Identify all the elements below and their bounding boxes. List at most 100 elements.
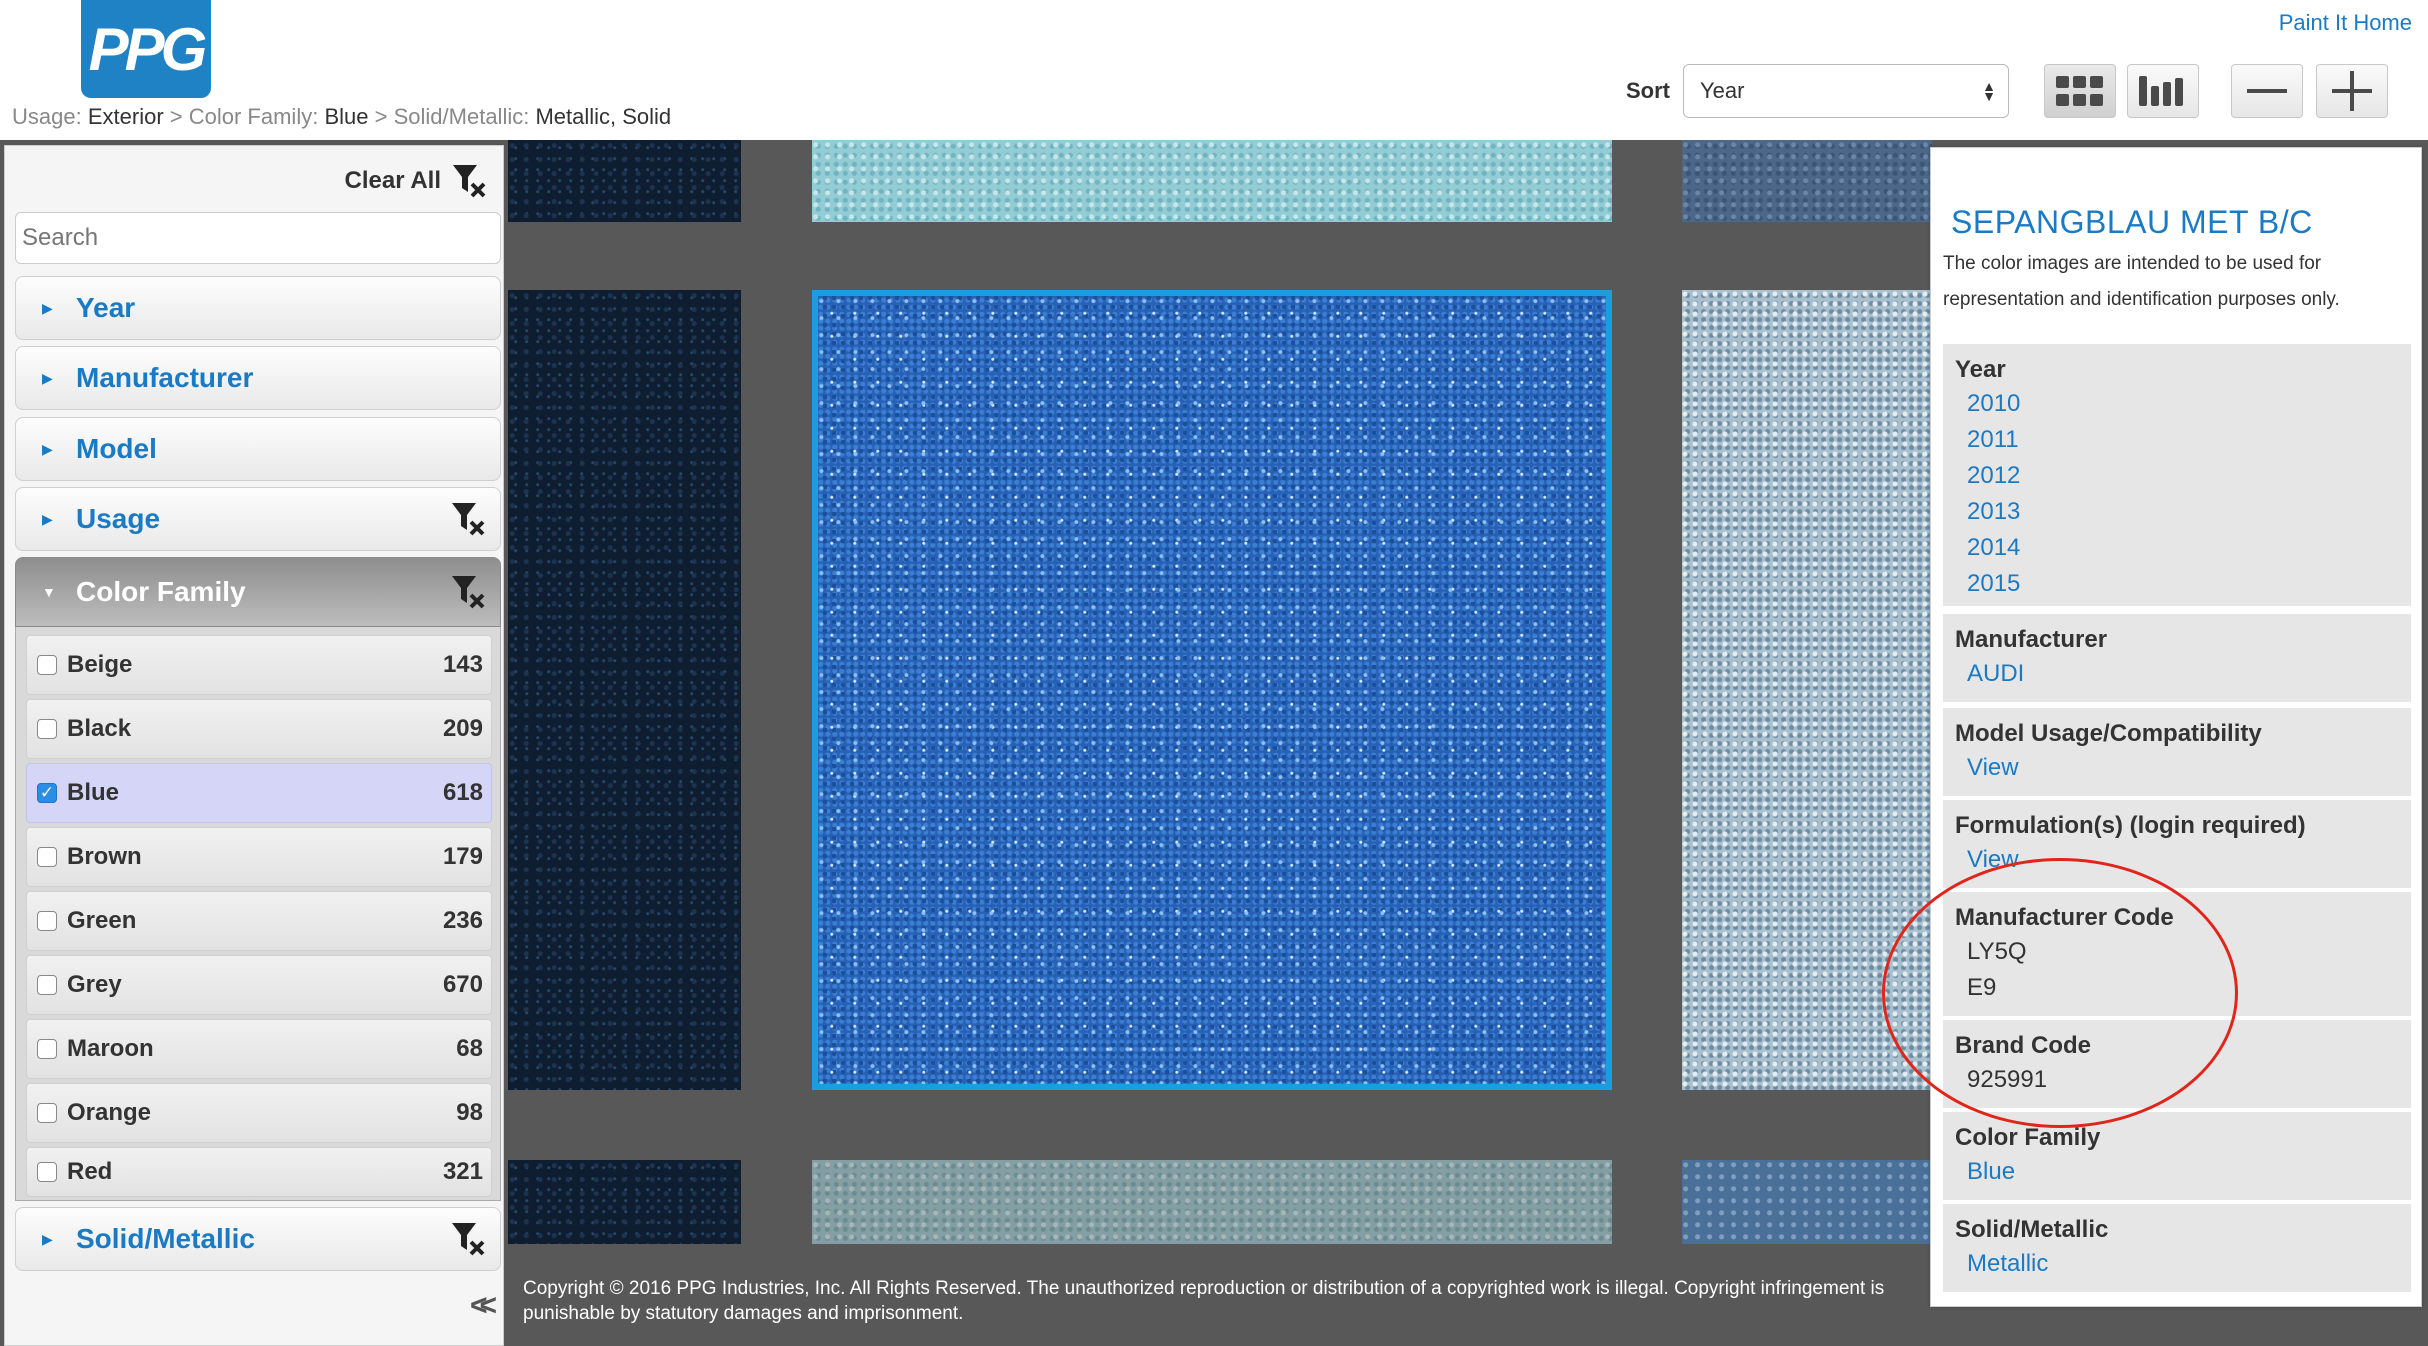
checkbox-checked[interactable]: ✓: [37, 783, 57, 803]
checkbox[interactable]: [37, 655, 57, 675]
column-view-button[interactable]: [2127, 64, 2199, 118]
manufacturer-link[interactable]: AUDI: [1955, 656, 2399, 692]
collapse-sidebar-button[interactable]: <<: [470, 1289, 497, 1323]
plus-icon: [2332, 71, 2372, 111]
ppg-logo[interactable]: PPG: [81, 0, 211, 98]
color-family-option-maroon[interactable]: Maroon 68: [26, 1019, 492, 1079]
year-link[interactable]: 2014: [1955, 530, 2399, 566]
color-family-link[interactable]: Blue: [1955, 1154, 2399, 1190]
option-count: 179: [442, 843, 483, 870]
filter-search-input[interactable]: [15, 212, 501, 264]
option-count: 236: [442, 907, 483, 934]
brand-code-section: Brand Code 925991: [1943, 1020, 2411, 1108]
model-view-link[interactable]: View: [1955, 750, 2399, 786]
year-link[interactable]: 2013: [1955, 494, 2399, 530]
checkbox[interactable]: [37, 1039, 57, 1059]
header: PPG Usage: Exterior > Color Family: Blue…: [0, 0, 2428, 140]
option-count: 209: [442, 715, 483, 742]
section-heading: Solid/Metallic: [1955, 1216, 2109, 1243]
color-family-option-red[interactable]: Red 321: [26, 1147, 492, 1197]
option-count: 68: [456, 1035, 483, 1062]
sort-label: Sort: [1626, 78, 1670, 103]
option-count: 321: [442, 1158, 483, 1185]
color-swatch[interactable]: [508, 140, 741, 222]
brand-code: 925991: [1967, 1066, 2048, 1093]
clear-filter-icon: [453, 165, 486, 198]
model-usage-section: Model Usage/Compatibility View: [1943, 708, 2411, 796]
expand-triangle-icon: ▶: [42, 510, 53, 527]
clear-filter-icon[interactable]: [450, 573, 488, 611]
section-heading: Manufacturer: [1955, 626, 2108, 653]
sort-select-value: Year: [1700, 78, 1745, 103]
color-swatch[interactable]: [1682, 140, 1932, 222]
checkbox[interactable]: [37, 911, 57, 931]
checkbox[interactable]: [37, 1162, 57, 1182]
facet-year[interactable]: ▶ Year: [15, 276, 501, 340]
color-family-option-black[interactable]: Black 209: [26, 699, 492, 759]
sort-select[interactable]: Year ▲ ▼: [1683, 64, 2009, 118]
option-label: Grey: [67, 971, 122, 998]
clear-all-button[interactable]: Clear All: [345, 162, 489, 200]
color-family-option-brown[interactable]: Brown 179: [26, 827, 492, 887]
color-swatch[interactable]: [1682, 1160, 1932, 1244]
facet-color-family[interactable]: ▼ Color Family: [15, 557, 501, 627]
facet-usage[interactable]: ▶ Usage: [15, 487, 501, 551]
copyright-text: Copyright © 2016 PPG Industries, Inc. Al…: [523, 1278, 1885, 1324]
option-label: Black: [67, 715, 132, 742]
expand-triangle-icon: ▶: [42, 299, 53, 316]
section-heading: Year: [1955, 356, 2006, 383]
section-heading: Color Family: [1955, 1124, 2101, 1151]
facet-label: Solid/Metallic: [76, 1223, 255, 1254]
section-heading: Brand Code: [1955, 1032, 2092, 1059]
breadcrumb-key: Usage:: [12, 104, 82, 129]
color-swatch[interactable]: [812, 1160, 1612, 1244]
checkbox[interactable]: [37, 847, 57, 867]
manufacturer-code-section: Manufacturer Code LY5Q E9: [1943, 892, 2411, 1016]
option-label: Green: [67, 907, 137, 934]
expand-triangle-icon: ▶: [42, 440, 53, 457]
breadcrumb: Usage: Exterior > Color Family: Blue > S…: [12, 104, 671, 130]
facet-solid-metallic[interactable]: ▶ Solid/Metallic: [15, 1207, 501, 1271]
zoom-in-button[interactable]: [2316, 64, 2388, 118]
year-link[interactable]: 2011: [1955, 422, 2399, 458]
disclaimer-text: The color images are intended to be used…: [1943, 253, 2340, 310]
option-label: Maroon: [67, 1035, 154, 1062]
color-family-option-grey[interactable]: Grey 670: [26, 955, 492, 1015]
checkbox[interactable]: [37, 719, 57, 739]
column-view-icon: [2139, 76, 2183, 106]
color-swatch[interactable]: [812, 140, 1612, 222]
checkbox[interactable]: [37, 1103, 57, 1123]
clear-filter-icon[interactable]: [450, 500, 488, 538]
checkbox[interactable]: [37, 975, 57, 995]
manufacturer-code: E9: [1967, 974, 1997, 1001]
facet-label: Year: [76, 292, 136, 323]
facet-model[interactable]: ▶ Model: [15, 417, 501, 481]
paint-it-home-link[interactable]: Paint It Home: [2279, 10, 2412, 36]
grid-view-button[interactable]: [2044, 64, 2116, 118]
color-family-option-orange[interactable]: Orange 98: [26, 1083, 492, 1143]
breadcrumb-value: Exterior: [87, 104, 164, 129]
formulation-view-link[interactable]: View: [1955, 842, 2399, 878]
clear-filter-icon[interactable]: [450, 1220, 488, 1258]
breadcrumb-value: Blue: [324, 104, 369, 129]
breadcrumb-separator: >: [169, 104, 183, 129]
year-link[interactable]: 2015: [1955, 566, 2399, 602]
facet-manufacturer[interactable]: ▶ Manufacturer: [15, 346, 501, 410]
color-family-section: Color Family Blue: [1943, 1112, 2411, 1200]
solid-metallic-link[interactable]: Metallic: [1955, 1246, 2399, 1282]
color-family-option-blue[interactable]: ✓ Blue 618: [26, 763, 492, 823]
year-link[interactable]: 2012: [1955, 458, 2399, 494]
color-family-option-green[interactable]: Green 236: [26, 891, 492, 951]
selected-color-swatch[interactable]: [812, 290, 1612, 1090]
option-label: Orange: [67, 1099, 152, 1126]
color-swatch[interactable]: [1682, 290, 1932, 1090]
zoom-out-button[interactable]: [2231, 64, 2303, 118]
option-count: 618: [442, 779, 483, 806]
option-count: 98: [456, 1099, 483, 1126]
color-swatch[interactable]: [508, 290, 741, 1090]
expand-triangle-icon: ▶: [42, 1230, 53, 1247]
color-swatch[interactable]: [508, 1160, 741, 1244]
expand-triangle-icon: ▶: [42, 369, 53, 386]
color-family-option-beige[interactable]: Beige 143: [26, 635, 492, 695]
year-link[interactable]: 2010: [1955, 386, 2399, 422]
